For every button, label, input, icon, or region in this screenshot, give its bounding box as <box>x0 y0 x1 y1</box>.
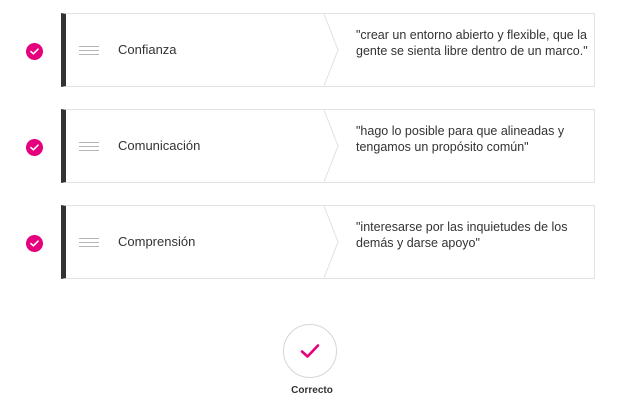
match-row: Confianza "crear un entorno abierto y fl… <box>0 13 624 89</box>
quote-text: "crear un entorno abierto y flexible, qu… <box>356 28 588 58</box>
match-card: Comprensión "interesarse por las inquiet… <box>61 205 595 279</box>
check-circle-icon <box>26 235 43 252</box>
quote-text: "interesarse por las inquietudes de los … <box>356 220 568 250</box>
match-row: Comprensión "interesarse por las inquiet… <box>0 205 624 281</box>
drag-handle-icon[interactable] <box>79 142 99 151</box>
match-card: Confianza "crear un entorno abierto y fl… <box>61 13 595 87</box>
chevron-divider <box>324 14 342 86</box>
result-status-badge <box>283 324 337 378</box>
quote-text: "hago lo posible para que alineadas y te… <box>356 124 565 154</box>
check-circle-icon <box>26 43 43 60</box>
chevron-divider <box>324 110 342 182</box>
drag-handle-icon[interactable] <box>79 238 99 247</box>
match-card: Comunicación "hago lo posible para que a… <box>61 109 595 183</box>
drag-handle-icon[interactable] <box>79 46 99 55</box>
term-label: Confianza <box>118 42 177 57</box>
term-label: Comprensión <box>118 234 196 249</box>
match-row: Comunicación "hago lo posible para que a… <box>0 109 624 185</box>
chevron-divider <box>324 206 342 278</box>
check-circle-icon <box>26 139 43 156</box>
result-label: Correcto <box>291 385 333 396</box>
check-icon <box>300 344 320 358</box>
term-label: Comunicación <box>118 138 201 153</box>
